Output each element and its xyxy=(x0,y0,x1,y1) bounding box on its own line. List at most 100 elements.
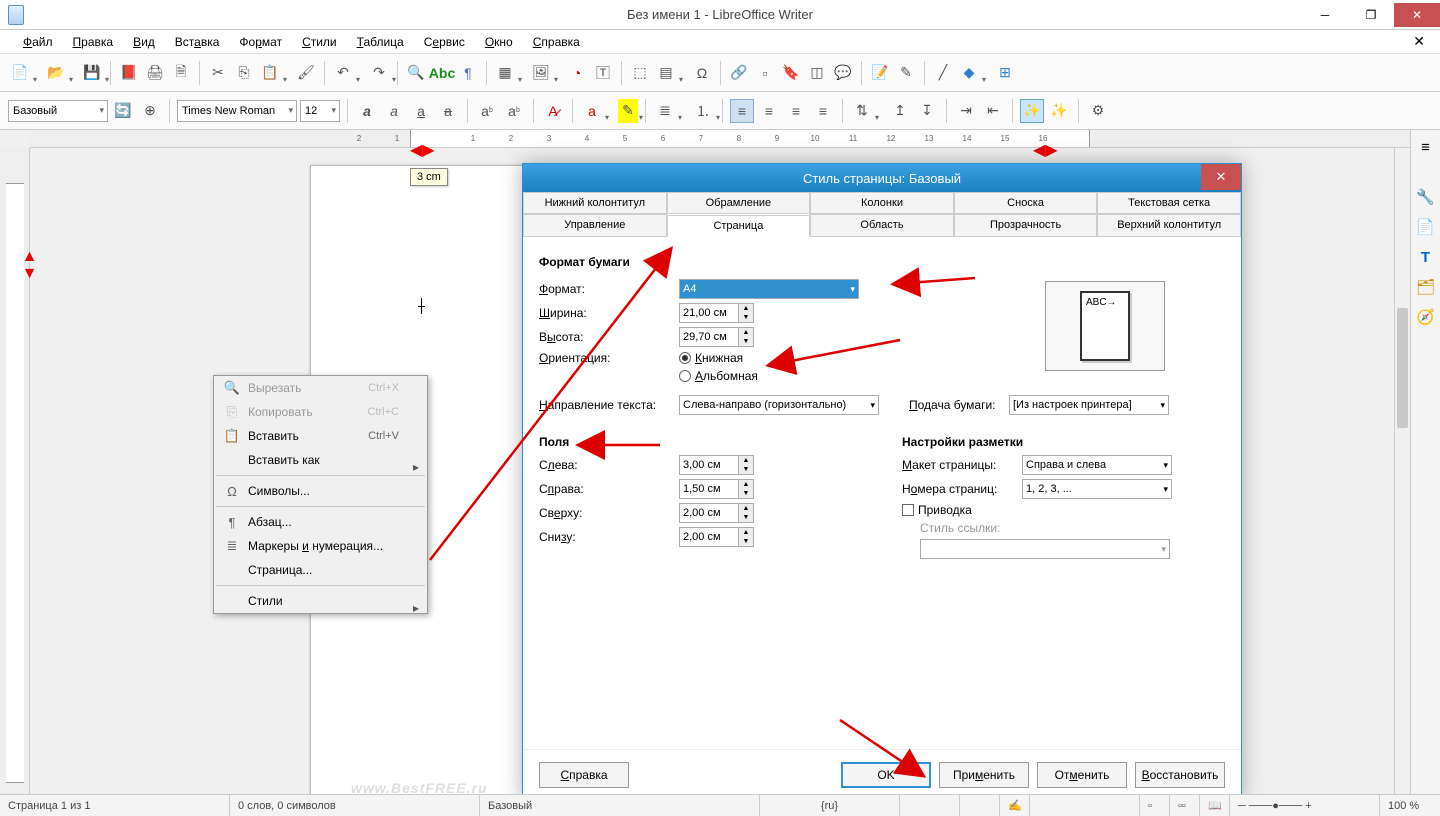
menu-window[interactable]: Окно xyxy=(478,32,520,52)
page-break-button[interactable]: ⬚ xyxy=(628,61,652,85)
ctx-bullets[interactable]: ≣Маркеры и нумерация... xyxy=(214,534,427,558)
paper-tray-select[interactable]: [Из настроек принтера] xyxy=(1009,395,1169,415)
sidebar-gallery-icon[interactable]: 🗂 xyxy=(1415,276,1437,298)
spellcheck-button[interactable]: Abc xyxy=(430,61,454,85)
special-char-button[interactable]: Ω xyxy=(690,61,714,85)
status-language[interactable]: {ru} xyxy=(760,795,900,816)
menu-edit[interactable]: Правка xyxy=(66,32,121,52)
hyperlink-button[interactable]: 🔗 xyxy=(727,61,751,85)
footnote-button[interactable]: ▫ xyxy=(753,61,777,85)
char-highlight-button[interactable]: ✨ xyxy=(1020,99,1044,123)
status-page-style[interactable]: Базовый xyxy=(480,795,760,816)
zoom-slider[interactable]: ─ ───●─── + xyxy=(1230,795,1380,816)
register-checkbox[interactable] xyxy=(902,504,914,516)
comment-button[interactable]: 💬 xyxy=(831,61,855,85)
dialog-close-button[interactable]: ✕ xyxy=(1201,164,1241,190)
menu-tools[interactable]: Сервис xyxy=(417,32,472,52)
tab-textgrid[interactable]: Текстовая сетка xyxy=(1097,192,1241,213)
status-insert-mode[interactable] xyxy=(900,795,960,816)
space-before-button[interactable]: ↥ xyxy=(888,99,912,123)
status-signature[interactable]: ✍ xyxy=(1000,795,1030,816)
align-center-button[interactable]: ≡ xyxy=(757,99,781,123)
table-button[interactable]: ▦ xyxy=(493,61,517,85)
highlight-button[interactable]: ✎ xyxy=(618,99,638,123)
tab-area[interactable]: Область xyxy=(810,214,954,236)
text-direction-select[interactable]: Слева-направо (горизонтально) xyxy=(679,395,879,415)
page-layout-select[interactable]: Справа и слева xyxy=(1022,455,1172,475)
maximize-button[interactable] xyxy=(1348,3,1394,27)
orientation-landscape-radio[interactable]: Альбомная xyxy=(679,369,758,383)
vertical-scrollbar[interactable] xyxy=(1394,148,1410,794)
sidebar-properties-icon[interactable]: 🔧 xyxy=(1415,186,1437,208)
shapes-button[interactable]: ◆ xyxy=(957,61,981,85)
minimize-button[interactable] xyxy=(1302,3,1348,27)
paper-width-input[interactable]: ▲▼ xyxy=(679,303,754,323)
ctx-styles[interactable]: Стили xyxy=(214,589,427,613)
redo-button[interactable]: ↷ xyxy=(367,61,391,85)
bold-button[interactable]: a xyxy=(355,99,379,123)
clear-format-button[interactable]: A̷ xyxy=(541,99,565,123)
print-button[interactable]: 🖨 xyxy=(143,61,167,85)
new-doc-button[interactable]: 📄 xyxy=(8,61,32,85)
vertical-ruler[interactable] xyxy=(0,148,30,794)
margin-right-input[interactable]: ▲▼ xyxy=(679,479,754,499)
sidebar-navigator-icon[interactable]: 🧭 xyxy=(1415,306,1437,328)
tab-transparency[interactable]: Прозрачность xyxy=(954,214,1098,236)
track-changes-button[interactable]: ✎ xyxy=(894,61,918,85)
close-window-button[interactable] xyxy=(1394,3,1440,27)
font-name-combo[interactable]: Times New Roman xyxy=(177,100,297,122)
superscript-button[interactable]: ab xyxy=(475,99,499,123)
sidebar-settings-icon[interactable]: ≡ xyxy=(1415,136,1437,158)
open-button[interactable]: 📂 xyxy=(44,61,68,85)
apply-button[interactable]: Применить xyxy=(939,762,1029,788)
menu-table[interactable]: Таблица xyxy=(350,32,411,52)
dialog-title[interactable]: Стиль страницы: Базовый ✕ xyxy=(523,164,1241,192)
font-color-button[interactable]: a xyxy=(580,99,604,123)
tab-page[interactable]: Страница xyxy=(667,215,811,237)
help-button[interactable]: Справка xyxy=(539,762,629,788)
menu-format[interactable]: Формат xyxy=(232,32,289,52)
paragraph-style-combo[interactable]: Базовый xyxy=(8,100,108,122)
tab-columns[interactable]: Колонки xyxy=(810,192,954,213)
align-justify-button[interactable]: ≡ xyxy=(811,99,835,123)
align-left-button[interactable]: ≡ xyxy=(730,99,754,123)
copy-button[interactable]: ⎘ xyxy=(232,61,256,85)
paper-height-input[interactable]: ▲▼ xyxy=(679,327,754,347)
zoom-level[interactable]: 100 % xyxy=(1380,795,1440,816)
line-spacing-button[interactable]: ⇅ xyxy=(850,99,874,123)
ctx-page[interactable]: Страница... xyxy=(214,558,427,582)
italic-button[interactable]: a xyxy=(382,99,406,123)
underline-button[interactable]: a xyxy=(409,99,433,123)
export-pdf-button[interactable]: 📕 xyxy=(117,61,141,85)
font-size-combo[interactable]: 12 xyxy=(300,100,340,122)
undo-button[interactable]: ↶ xyxy=(331,61,355,85)
menu-view[interactable]: Вид xyxy=(126,32,162,52)
status-selection-mode[interactable] xyxy=(960,795,1000,816)
page-numbers-select[interactable]: 1, 2, 3, ... xyxy=(1022,479,1172,499)
view-multi-page-button[interactable]: ▫▫ xyxy=(1170,795,1200,816)
margin-top-input[interactable]: ▲▼ xyxy=(679,503,754,523)
paste-button[interactable]: 📋 xyxy=(258,61,282,85)
line-button[interactable]: ╱ xyxy=(931,61,955,85)
cut-button[interactable]: ✂ xyxy=(206,61,230,85)
subscript-button[interactable]: ab xyxy=(502,99,526,123)
save-button[interactable]: 💾 xyxy=(80,61,104,85)
textbox-button[interactable]: 🅃 xyxy=(591,61,615,85)
find-replace-button[interactable]: 🔍 xyxy=(404,61,428,85)
ctx-symbols[interactable]: ΩСимволы... xyxy=(214,479,427,503)
sidebar-styles-icon[interactable]: T xyxy=(1415,246,1437,268)
menu-insert[interactable]: Вставка xyxy=(168,32,227,52)
indent-increase-button[interactable]: ⇥ xyxy=(954,99,978,123)
ok-button[interactable]: OK xyxy=(841,762,931,788)
menu-styles[interactable]: Стили xyxy=(295,32,344,52)
view-book-button[interactable]: 📖 xyxy=(1200,795,1230,816)
ctx-copy[interactable]: ⎘КопироватьCtrl+C xyxy=(214,400,427,424)
tab-organizer[interactable]: Управление xyxy=(523,214,667,236)
margin-left-input[interactable]: ▲▼ xyxy=(679,455,754,475)
sidebar-page-icon[interactable]: 📄 xyxy=(1415,216,1437,238)
bullet-list-button[interactable]: ≣ xyxy=(653,99,677,123)
menu-file[interactable]: Файл xyxy=(16,32,60,52)
para-highlight-button[interactable]: ✨ xyxy=(1047,99,1071,123)
horizontal-ruler[interactable]: 21 12345678910111213141516 xyxy=(30,130,1410,148)
paper-format-select[interactable]: A4 xyxy=(679,279,859,299)
